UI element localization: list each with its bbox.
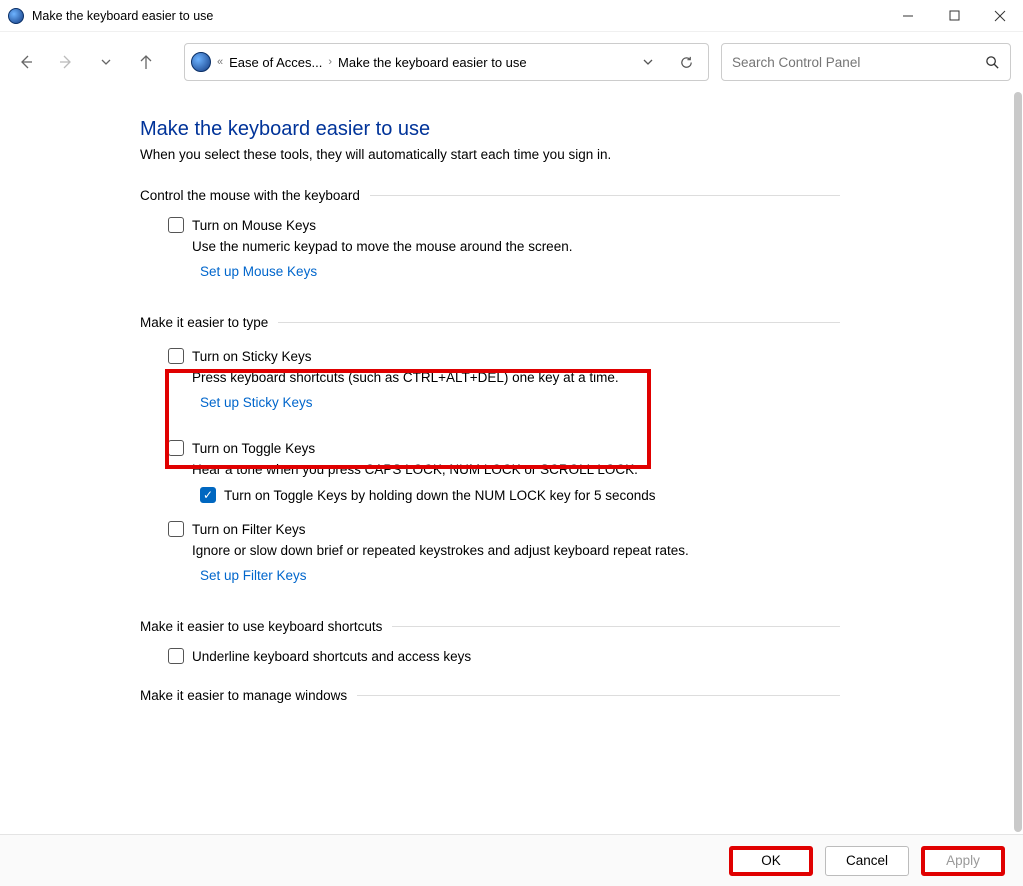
address-dropdown[interactable] <box>632 44 664 80</box>
search-box[interactable] <box>721 43 1011 81</box>
filter-keys-label[interactable]: Turn on Filter Keys <box>192 522 306 537</box>
mouse-keys-desc: Use the numeric keypad to move the mouse… <box>192 239 860 254</box>
maximize-button[interactable] <box>931 0 977 32</box>
page-subtitle: When you select these tools, they will a… <box>140 147 860 162</box>
toggle-keys-desc: Hear a tone when you press CAPS LOCK, NU… <box>192 462 860 477</box>
filter-keys-desc: Ignore or slow down brief or repeated ke… <box>192 543 860 558</box>
cancel-button[interactable]: Cancel <box>825 846 909 876</box>
setup-sticky-keys-link[interactable]: Set up Sticky Keys <box>200 395 313 410</box>
apply-button[interactable]: Apply <box>921 846 1005 876</box>
mouse-keys-checkbox[interactable] <box>168 217 184 233</box>
navbar: « Ease of Acces... › Make the keyboard e… <box>0 32 1023 92</box>
recent-dropdown[interactable] <box>88 44 124 80</box>
setup-mouse-keys-link[interactable]: Set up Mouse Keys <box>200 264 317 279</box>
toggle-keys-checkbox[interactable] <box>168 440 184 456</box>
underline-shortcuts-label[interactable]: Underline keyboard shortcuts and access … <box>192 649 471 664</box>
minimize-button[interactable] <box>885 0 931 32</box>
close-button[interactable] <box>977 0 1023 32</box>
sticky-keys-checkbox[interactable] <box>168 348 184 364</box>
content-area: Make the keyboard easier to use When you… <box>0 92 1023 834</box>
ok-button[interactable]: OK <box>729 846 813 876</box>
app-icon <box>8 8 24 24</box>
up-button[interactable] <box>128 44 164 80</box>
footer-buttons: OK Cancel Apply <box>0 834 1023 886</box>
mouse-keys-label[interactable]: Turn on Mouse Keys <box>192 218 316 233</box>
refresh-button[interactable] <box>670 44 702 80</box>
search-input[interactable] <box>732 55 977 70</box>
address-bar[interactable]: « Ease of Acces... › Make the keyboard e… <box>184 43 709 81</box>
breadcrumb-item[interactable]: Make the keyboard easier to use <box>338 55 527 70</box>
page-title: Make the keyboard easier to use <box>140 118 860 141</box>
scrollbar[interactable] <box>1014 92 1022 832</box>
toggle-keys-label[interactable]: Turn on Toggle Keys <box>192 441 315 456</box>
section-header-windows: Make it easier to manage windows <box>140 688 860 703</box>
setup-filter-keys-link[interactable]: Set up Filter Keys <box>200 568 307 583</box>
breadcrumb-sep-icon: « <box>217 56 223 68</box>
section-header-mouse: Control the mouse with the keyboard <box>140 188 860 203</box>
control-panel-icon <box>191 52 211 72</box>
underline-shortcuts-checkbox[interactable] <box>168 648 184 664</box>
search-icon <box>985 55 1000 70</box>
filter-keys-checkbox[interactable] <box>168 521 184 537</box>
breadcrumb-chevron-icon: › <box>328 56 332 68</box>
sticky-keys-label[interactable]: Turn on Sticky Keys <box>192 349 312 364</box>
sticky-keys-desc: Press keyboard shortcuts (such as CTRL+A… <box>192 370 860 385</box>
section-header-typing: Make it easier to type <box>140 315 860 330</box>
section-header-shortcuts: Make it easier to use keyboard shortcuts <box>140 619 860 634</box>
titlebar: Make the keyboard easier to use <box>0 0 1023 32</box>
toggle-keys-numlock-label[interactable]: Turn on Toggle Keys by holding down the … <box>224 488 655 503</box>
back-button[interactable] <box>8 44 44 80</box>
toggle-keys-numlock-checkbox[interactable] <box>200 487 216 503</box>
window-title: Make the keyboard easier to use <box>32 9 213 23</box>
breadcrumb-item[interactable]: Ease of Acces... <box>229 55 322 70</box>
forward-button[interactable] <box>48 44 84 80</box>
